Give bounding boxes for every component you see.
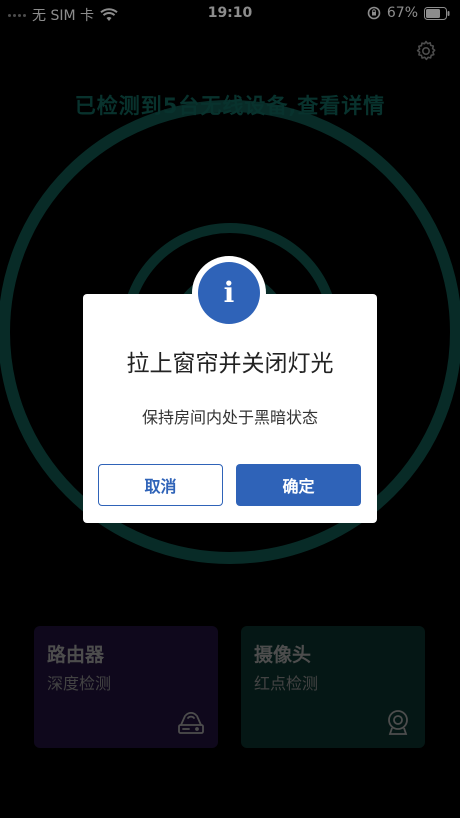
dialog-title: 拉上窗帘并关闭灯光 bbox=[126, 351, 334, 377]
cancel-button[interactable]: 取消 bbox=[98, 464, 223, 506]
info-badge: i bbox=[192, 256, 266, 330]
info-icon: i bbox=[198, 262, 260, 324]
confirm-button[interactable]: 确定 bbox=[236, 464, 361, 506]
dialog-message: 保持房间内处于黑暗状态 bbox=[141, 408, 318, 427]
